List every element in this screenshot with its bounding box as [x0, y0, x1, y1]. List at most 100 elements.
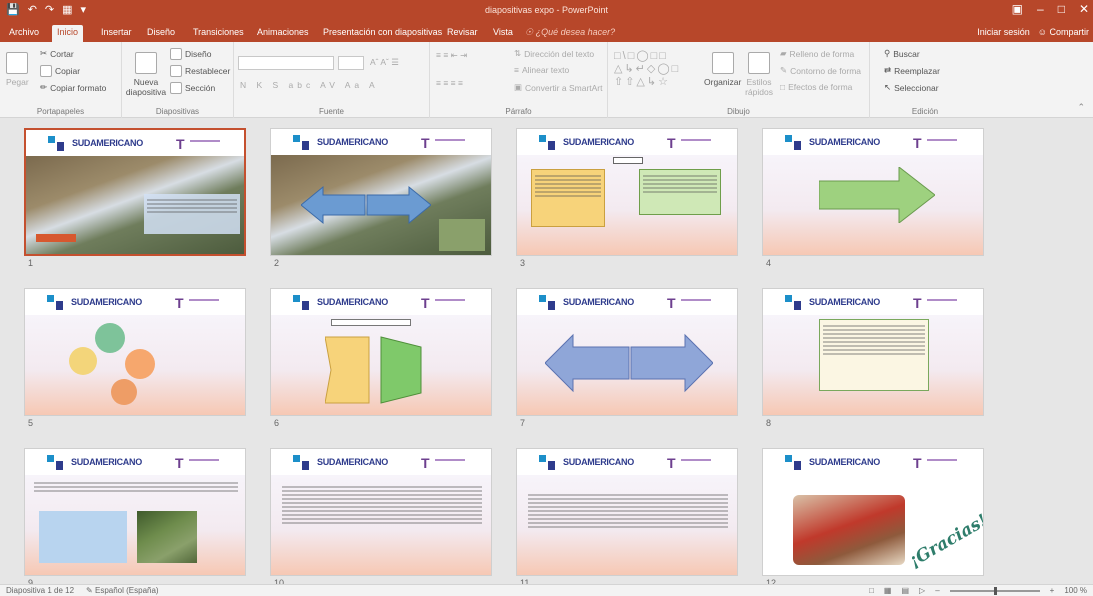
- shape-fill-button[interactable]: ▰ Relleno de forma: [780, 48, 854, 59]
- font-style-buttons[interactable]: N K S abc AV Aa A: [240, 80, 379, 90]
- logo-text: SUDAMERICANO: [809, 137, 880, 147]
- zoom-in-icon[interactable]: +: [1050, 586, 1055, 595]
- zoom-level[interactable]: 100 %: [1064, 586, 1087, 595]
- shapes-gallery[interactable]: □\□◯□□ △↳↵◇◯□ ⇧⇧△↳☆: [614, 50, 694, 89]
- double-arrow-shape: [545, 333, 713, 393]
- align-text-button[interactable]: ≡ Alinear texto: [514, 65, 569, 75]
- slide-thumbnail-12[interactable]: SUDAMERICANO T ¡Gracias!: [762, 448, 984, 576]
- maximize-icon[interactable]: □: [1058, 2, 1065, 16]
- align-text-icon: ≡: [514, 65, 519, 75]
- slide-thumbnail-5[interactable]: SUDAMERICANO T: [24, 288, 246, 416]
- slide-text-box: [144, 194, 240, 234]
- collapse-ribbon-icon[interactable]: ⌃: [1077, 102, 1085, 113]
- normal-view-icon[interactable]: □: [869, 586, 874, 595]
- zoom-slider[interactable]: [949, 586, 1040, 595]
- signin-link[interactable]: Iniciar sesión: [977, 27, 1030, 37]
- right-arrow-shape: [819, 167, 935, 223]
- slideshow-view-icon[interactable]: ▷: [919, 586, 925, 595]
- select-button[interactable]: ↖ Seleccionar: [884, 82, 939, 93]
- spellcheck-icon: ✎: [86, 586, 93, 595]
- format-painter-label: Copiar formato: [50, 82, 107, 93]
- double-arrow-shape: [301, 185, 431, 225]
- copy-button[interactable]: Copiar: [40, 65, 80, 77]
- replace-label: Reemplazar: [894, 65, 940, 76]
- status-right: □ ▦ ▤ ▷ – + 100 %: [869, 586, 1087, 595]
- slide-thumbnail-6[interactable]: SUDAMERICANO T: [270, 288, 492, 416]
- tab-home[interactable]: Inicio: [52, 25, 84, 42]
- quick-styles-label: Estilos rápidos: [745, 77, 773, 97]
- tab-animations[interactable]: Animaciones: [252, 25, 314, 42]
- tab-transitions[interactable]: Transiciones: [188, 25, 249, 42]
- share-button[interactable]: ☺ Compartir: [1038, 27, 1089, 37]
- section-button[interactable]: Sección: [170, 82, 215, 94]
- tell-me-search[interactable]: ☉ ¿Qué desea hacer?: [520, 25, 620, 42]
- cut-button[interactable]: ✂ Cortar: [40, 48, 74, 59]
- tab-slideshow[interactable]: Presentación con diapositivas: [318, 25, 447, 42]
- slide-thumbnail-4[interactable]: SUDAMERICANO T: [762, 128, 984, 256]
- section-icon: [170, 82, 182, 94]
- arrange-button[interactable]: Organizar: [704, 52, 741, 87]
- shape-outline-label: Contorno de forma: [790, 65, 861, 76]
- font-size-buttons[interactable]: Aˆ Aˇ ☰: [370, 57, 399, 68]
- slide-number: 2: [274, 258, 280, 268]
- find-button[interactable]: ⚲ Buscar: [884, 48, 920, 59]
- clipboard-icon: [6, 52, 29, 74]
- cycle-circle: [69, 347, 97, 375]
- logo-subline: [927, 299, 957, 301]
- logo-subline: [681, 139, 711, 141]
- slide-thumbnail-8[interactable]: SUDAMERICANO T: [762, 288, 984, 416]
- group-label-editing: Edición: [911, 107, 939, 116]
- list-buttons[interactable]: ≡ ≡ ⇤ ⇥: [436, 50, 467, 61]
- slide-thumbnail-10[interactable]: SUDAMERICANO T: [270, 448, 492, 576]
- slide-thumbnail-9[interactable]: SUDAMERICANO T: [24, 448, 246, 576]
- group-font: Aˆ Aˇ ☰ N K S abc AV Aa A Fuente: [234, 42, 430, 118]
- replace-icon: ⇄: [884, 65, 892, 75]
- slide-thumbnail-1[interactable]: SUDAMERICANO T: [24, 128, 246, 256]
- reading-view-icon[interactable]: ▤: [901, 586, 909, 595]
- slide-sorter-view-icon[interactable]: ▦: [884, 586, 892, 595]
- paste-button[interactable]: Pegar: [6, 52, 29, 87]
- shape-outline-button[interactable]: ✎ Contorno de forma: [780, 65, 861, 76]
- slide-thumbnail-3[interactable]: SUDAMERICANO T: [516, 128, 738, 256]
- font-size-select[interactable]: [338, 56, 364, 70]
- find-label: Buscar: [893, 48, 920, 59]
- smartart-button[interactable]: ▣ Convertir a SmartArt: [514, 82, 603, 93]
- tourism-logo-icon: T: [913, 135, 922, 151]
- tab-view[interactable]: Vista: [488, 25, 518, 42]
- font-family-select[interactable]: [238, 56, 334, 70]
- logo-text: SUDAMERICANO: [563, 137, 634, 147]
- minimize-icon[interactable]: –: [1037, 2, 1044, 16]
- logo-subline: [681, 459, 711, 461]
- shape-effects-label: Efectos de forma: [788, 82, 853, 92]
- slide-header: SUDAMERICANO T: [271, 289, 491, 315]
- tab-insert[interactable]: Insertar: [96, 25, 137, 42]
- reset-icon: [170, 65, 182, 77]
- quick-styles-button[interactable]: Estilos rápidos: [745, 52, 773, 97]
- shape-effects-button[interactable]: □ Efectos de forma: [780, 82, 852, 92]
- green-text-box: [639, 169, 721, 215]
- replace-button[interactable]: ⇄ Reemplazar: [884, 65, 940, 76]
- logo-text: SUDAMERICANO: [317, 457, 388, 467]
- ribbon-display-icon[interactable]: ▣: [1012, 2, 1023, 16]
- tab-design[interactable]: Diseño: [142, 25, 180, 42]
- tab-file[interactable]: Archivo: [4, 25, 44, 42]
- close-icon[interactable]: ✕: [1079, 2, 1089, 16]
- tab-review[interactable]: Revisar: [442, 25, 483, 42]
- reset-button[interactable]: Restablecer: [170, 65, 230, 77]
- slide-thumbnail-7[interactable]: SUDAMERICANO T: [516, 288, 738, 416]
- text-direction-button[interactable]: ⇅ Dirección del texto: [514, 48, 594, 59]
- institute-logo-icon: [293, 455, 311, 471]
- align-buttons[interactable]: ≡ ≡ ≡ ≡: [436, 78, 463, 88]
- slide-number: 8: [766, 418, 772, 428]
- logo-text: SUDAMERICANO: [72, 138, 143, 148]
- language-indicator[interactable]: ✎ Español (España): [86, 586, 159, 595]
- layout-button[interactable]: Diseño: [170, 48, 211, 60]
- slide-thumbnail-2[interactable]: SUDAMERICANO T: [270, 128, 492, 256]
- logo-subline: [189, 299, 219, 301]
- new-slide-button[interactable]: Nueva diapositiva: [126, 52, 166, 97]
- zoom-out-icon[interactable]: –: [935, 586, 939, 595]
- ribbon: Pegar ✂ Cortar Copiar ✏ Copiar formato P…: [0, 42, 1093, 118]
- slide-thumbnail-11[interactable]: SUDAMERICANO T: [516, 448, 738, 576]
- slide-title-box: [331, 319, 411, 326]
- format-painter-button[interactable]: ✏ Copiar formato: [40, 82, 106, 93]
